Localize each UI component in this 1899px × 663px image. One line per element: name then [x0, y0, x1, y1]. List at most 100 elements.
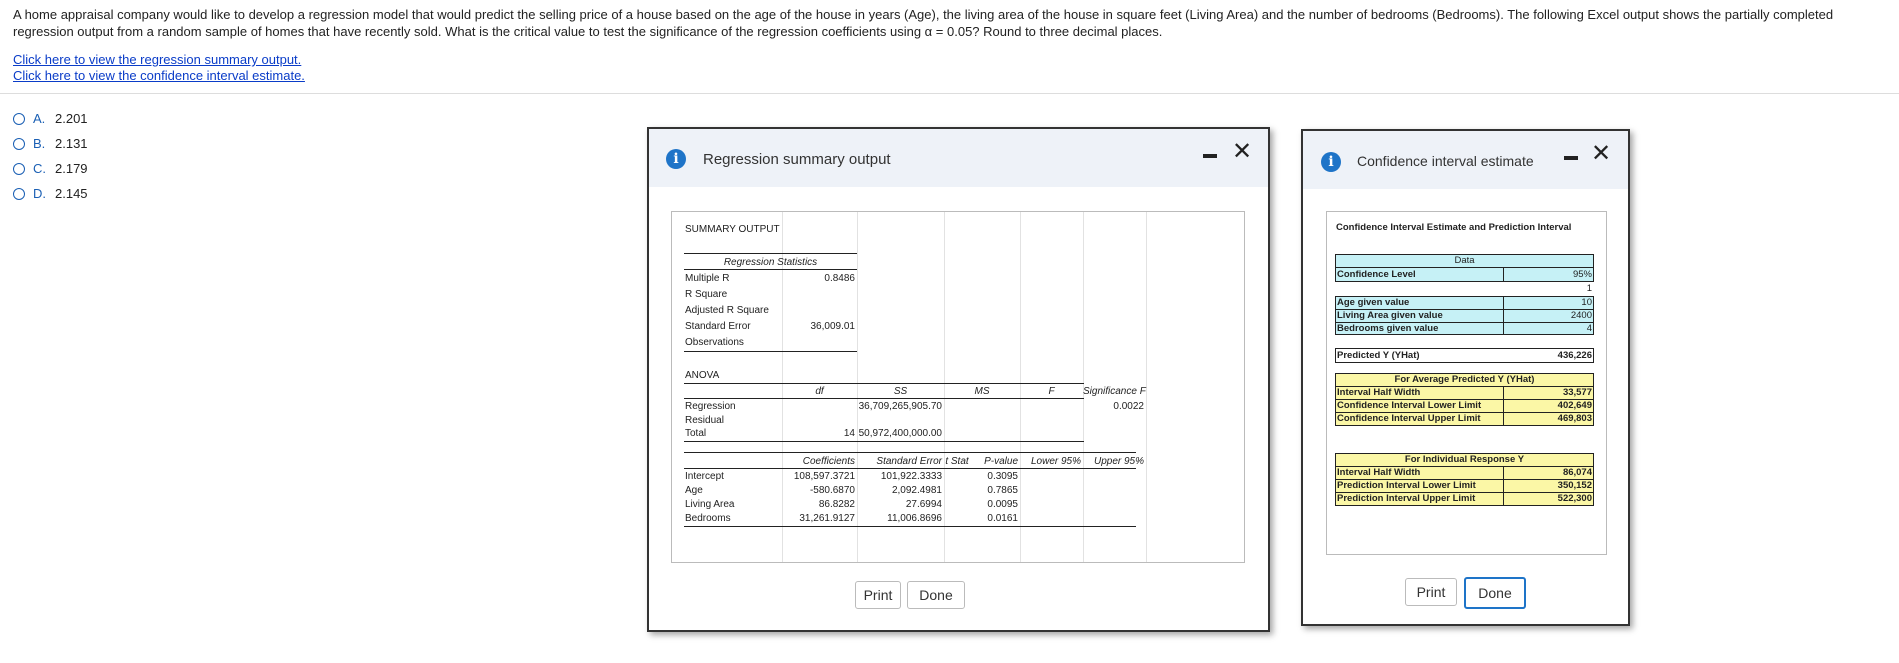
coef-header: Lower 95%: [1030, 456, 1081, 467]
info-icon: i: [666, 149, 686, 169]
individual-title: For Individual Response Y: [1404, 454, 1525, 465]
given-value: 2400: [1570, 310, 1592, 321]
coef-row-label: Age: [685, 485, 703, 496]
info-icon: i: [1321, 152, 1341, 172]
rule: [684, 351, 857, 352]
answer-options: A. 2.201 B. 2.131 C. 2.179 D. 2.145: [13, 106, 88, 206]
anova-header: Significance F: [1083, 386, 1146, 397]
minimize-icon[interactable]: [1564, 156, 1578, 160]
given-label: Bedrooms given value: [1337, 323, 1439, 334]
average-title: For Average Predicted Y (YHat): [1394, 374, 1535, 385]
anova-header: SS: [893, 386, 908, 397]
coef-row-label: Intercept: [685, 471, 724, 482]
data-title: Data: [1454, 255, 1475, 266]
print-button[interactable]: Print: [1405, 578, 1457, 606]
close-icon[interactable]: ✕: [1591, 141, 1611, 165]
cell-divider: [1503, 386, 1504, 426]
coef-header: P-value: [984, 456, 1018, 467]
pvalue: 0.0095: [987, 499, 1018, 510]
yhat-value: 436,226: [1557, 350, 1592, 361]
average-value: 33,577: [1562, 387, 1592, 398]
option-d[interactable]: D. 2.145: [13, 181, 88, 206]
option-a[interactable]: A. 2.201: [13, 106, 88, 131]
coef-value: 31,261.9127: [799, 513, 855, 524]
radio-icon[interactable]: [13, 137, 25, 150]
yhat-label: Predicted Y (YHat): [1337, 350, 1420, 361]
anova-header: MS: [974, 386, 990, 397]
individual-value: 522,300: [1557, 493, 1592, 504]
rule: [684, 383, 1084, 384]
option-letter: C.: [33, 161, 46, 176]
option-letter: D.: [33, 186, 46, 201]
option-value: 2.145: [55, 186, 88, 201]
anova-row-label: Residual: [685, 415, 724, 426]
anova-sigf: 0.0022: [1113, 401, 1144, 412]
reg-stats-title: Regression Statistics: [723, 257, 818, 268]
regression-summary-dialog: i Regression summary output ✕ SUMMARY OU…: [647, 127, 1270, 632]
links: Click here to view the regression summar…: [13, 52, 305, 84]
radio-icon[interactable]: [13, 112, 25, 125]
confidence-interval-dialog: i Confidence interval estimate ✕ Confide…: [1301, 129, 1630, 626]
average-value: 469,803: [1557, 413, 1592, 424]
anova-row-label: Total: [685, 428, 707, 439]
coef-row-label: Living Area: [685, 499, 735, 510]
radio-icon[interactable]: [13, 187, 25, 200]
anova-df: 14: [843, 428, 855, 439]
stat-label: Adjusted R Square: [685, 305, 769, 316]
confidence-value: 95%: [1572, 269, 1592, 280]
stat-label: Standard Error: [685, 321, 751, 332]
anova-title: ANOVA: [685, 370, 720, 381]
given-label: Age given value: [1337, 297, 1410, 308]
coef-value: -580.6870: [809, 485, 855, 496]
average-value: 402,649: [1557, 400, 1592, 411]
divider: [0, 93, 1899, 94]
individual-label: Prediction Interval Lower Limit: [1337, 480, 1476, 491]
constant-one: 1: [1586, 283, 1592, 294]
stat-label: Multiple R: [685, 273, 730, 284]
minimize-icon[interactable]: [1203, 154, 1217, 158]
coef-row-label: Bedrooms: [685, 513, 731, 524]
cell-divider: [1503, 268, 1504, 282]
pvalue: 0.7865: [987, 485, 1018, 496]
option-c[interactable]: C. 2.179: [13, 156, 88, 181]
done-button[interactable]: Done: [907, 581, 965, 609]
confidence-label: Confidence Level: [1337, 269, 1416, 280]
average-label: Interval Half Width: [1337, 387, 1421, 398]
rule: [684, 526, 1136, 527]
rule: [684, 398, 1084, 399]
se-value: 11,006.8696: [887, 513, 942, 524]
anova-ss: 36,709,265,905.70: [858, 401, 942, 412]
close-icon[interactable]: ✕: [1232, 139, 1252, 163]
stat-value: 0.8486: [824, 273, 855, 284]
pvalue: 0.3095: [987, 471, 1018, 482]
rule: [684, 441, 1084, 442]
pvalue: 0.0161: [987, 513, 1018, 524]
cell-divider: [1503, 296, 1504, 335]
cell-divider: [1503, 466, 1504, 506]
option-value: 2.179: [55, 161, 88, 176]
summary-heading: SUMMARY OUTPUT: [685, 224, 780, 235]
anova-ss: 50,972,400,000.00: [858, 428, 942, 439]
coef-value: 108,597.3721: [793, 471, 855, 482]
stat-label: Observations: [685, 337, 744, 348]
dialog-header: i Confidence interval estimate ✕: [1303, 131, 1628, 189]
summary-output-link[interactable]: Click here to view the regression summar…: [13, 52, 305, 68]
ci-heading: Confidence Interval Estimate and Predict…: [1336, 222, 1572, 233]
coef-value: 86.8282: [818, 499, 855, 510]
rule: [684, 452, 1136, 453]
print-button[interactable]: Print: [855, 581, 901, 609]
confidence-interval-link[interactable]: Click here to view the confidence interv…: [13, 68, 305, 84]
dialog-title: Regression summary output: [703, 151, 891, 168]
summary-sheet: SUMMARY OUTPUT Regression Statistics Mul…: [671, 211, 1245, 563]
given-label: Living Area given value: [1337, 310, 1443, 321]
radio-icon[interactable]: [13, 162, 25, 175]
coef-header: Upper 95%: [1093, 456, 1144, 467]
option-b[interactable]: B. 2.131: [13, 131, 88, 156]
individual-label: Interval Half Width: [1337, 467, 1421, 478]
given-value: 10: [1581, 297, 1592, 308]
individual-value: 350,152: [1557, 480, 1592, 491]
individual-label: Prediction Interval Upper Limit: [1337, 493, 1476, 504]
dialog-header: i Regression summary output ✕: [649, 129, 1268, 187]
done-button[interactable]: Done: [1464, 577, 1526, 609]
question-text: A home appraisal company would like to d…: [13, 7, 1834, 39]
